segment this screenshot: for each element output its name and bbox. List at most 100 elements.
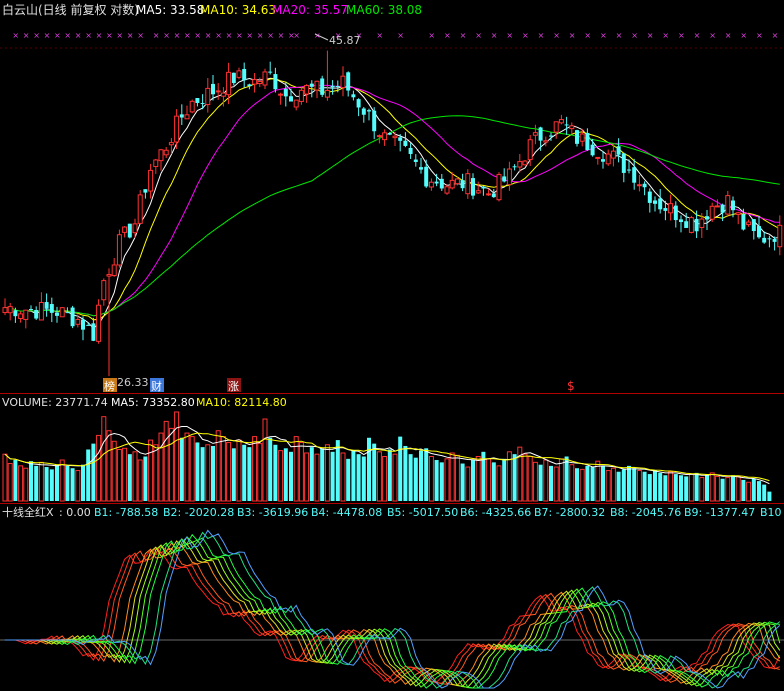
candle-body xyxy=(658,198,663,210)
candle-body xyxy=(636,184,642,187)
candle-body xyxy=(148,169,154,192)
volume-bar xyxy=(195,442,200,501)
candle-body xyxy=(408,147,413,154)
volume-bar xyxy=(486,458,492,502)
volume-bar xyxy=(502,458,507,501)
volume-bar xyxy=(2,453,8,502)
candle-body xyxy=(273,74,278,90)
volume-bar xyxy=(428,456,434,502)
indicator-value-b9: B9: -1377.47 xyxy=(684,506,755,519)
tag-dollar-text[interactable]: $ xyxy=(567,379,575,393)
signal-marker: × xyxy=(184,31,191,40)
candle-body xyxy=(486,193,492,196)
volume-bar xyxy=(252,436,258,502)
volume-bar xyxy=(543,459,549,502)
volume-bar xyxy=(189,436,195,502)
signal-marker: × xyxy=(96,31,103,40)
volume-bar xyxy=(376,451,382,502)
candle-body xyxy=(481,186,486,189)
volume-bar xyxy=(81,464,85,501)
volume-bar xyxy=(444,458,450,502)
candle-body xyxy=(392,135,398,139)
signal-marker: × xyxy=(491,31,498,40)
volume-bar xyxy=(351,450,356,501)
volume-bar xyxy=(564,456,569,501)
signal-marker: × xyxy=(44,31,51,40)
candle-body xyxy=(382,132,388,141)
candle-body xyxy=(122,226,128,233)
candle-body xyxy=(283,88,288,97)
volume-bar xyxy=(694,472,699,501)
volume-bar xyxy=(111,440,117,502)
volume-bar xyxy=(242,444,247,501)
volume-bar xyxy=(320,448,325,501)
volume-bar xyxy=(372,443,377,501)
signal-marker: × xyxy=(215,31,222,40)
candle-body xyxy=(543,140,549,143)
candle-body xyxy=(231,72,236,84)
candle-body xyxy=(512,166,517,168)
candle-body xyxy=(387,133,392,135)
candle-body xyxy=(7,306,13,314)
candle-body xyxy=(532,132,538,136)
signal-marker: × xyxy=(600,31,607,40)
candle-body xyxy=(647,191,652,203)
signal-marker: × xyxy=(647,31,654,40)
volume-bar xyxy=(283,448,288,501)
candle-body xyxy=(13,310,18,317)
candle-body xyxy=(601,159,605,162)
volume-bar xyxy=(746,481,752,502)
candle-body xyxy=(553,121,559,133)
candle-body xyxy=(725,195,731,215)
candle-body xyxy=(324,89,330,98)
signal-marker: × xyxy=(444,31,451,40)
volume-bar xyxy=(569,464,575,502)
candle-body xyxy=(731,200,735,211)
indicator-value-b3: B3: -3619.96 xyxy=(237,506,308,519)
signal-marker: × xyxy=(475,31,482,40)
candle-body xyxy=(70,307,75,327)
candle-body xyxy=(413,159,418,162)
volume-bar xyxy=(148,439,154,502)
volume-bar xyxy=(70,468,75,501)
candle-body xyxy=(168,142,174,146)
candle-body xyxy=(278,93,284,96)
volume-bar xyxy=(387,449,392,501)
volume-bar xyxy=(314,453,320,502)
indicator-value-b2: B2: -2020.28 xyxy=(163,506,234,519)
volume-bar xyxy=(49,469,54,501)
signal-marker: × xyxy=(75,31,82,40)
volume-bar xyxy=(522,453,528,502)
candle-body xyxy=(38,301,44,321)
candle-body xyxy=(205,87,211,106)
candle-body xyxy=(746,221,752,226)
candle-body xyxy=(257,80,263,85)
candle-body xyxy=(372,110,377,132)
ma60-line xyxy=(4,115,780,317)
candle-body xyxy=(575,130,579,144)
candle-body xyxy=(330,85,335,88)
volume-bar xyxy=(163,420,169,502)
candle-body xyxy=(475,190,481,194)
candle-body xyxy=(195,98,200,103)
candle-body xyxy=(605,153,611,165)
chart-title: 白云山(日线 前复权 对数) xyxy=(2,2,139,17)
candle-body xyxy=(314,80,320,91)
volume-ma5-label: MA5: 73352.80 xyxy=(111,396,195,409)
volume-bar xyxy=(616,471,621,501)
candle-body xyxy=(184,114,190,120)
volume-bar xyxy=(549,465,553,501)
candle-body xyxy=(449,179,455,189)
volume-bar xyxy=(278,450,284,502)
volume-bar xyxy=(236,439,242,502)
volume-bar xyxy=(226,441,232,502)
indicator-value-b7: B7: -2800.32 xyxy=(534,506,605,519)
candle-body xyxy=(517,161,523,168)
candle-body xyxy=(236,70,242,78)
volume-bar xyxy=(471,460,475,501)
signal-marker: × xyxy=(506,31,513,40)
volume-bar xyxy=(268,437,273,501)
volume-bar xyxy=(23,467,29,502)
candle-body xyxy=(340,75,346,89)
chart-canvas[interactable]: × × × × × × × × × × × × × × × × × × × × × × × × × × ×× × × × × × × × × × × × ×… xyxy=(0,0,784,691)
